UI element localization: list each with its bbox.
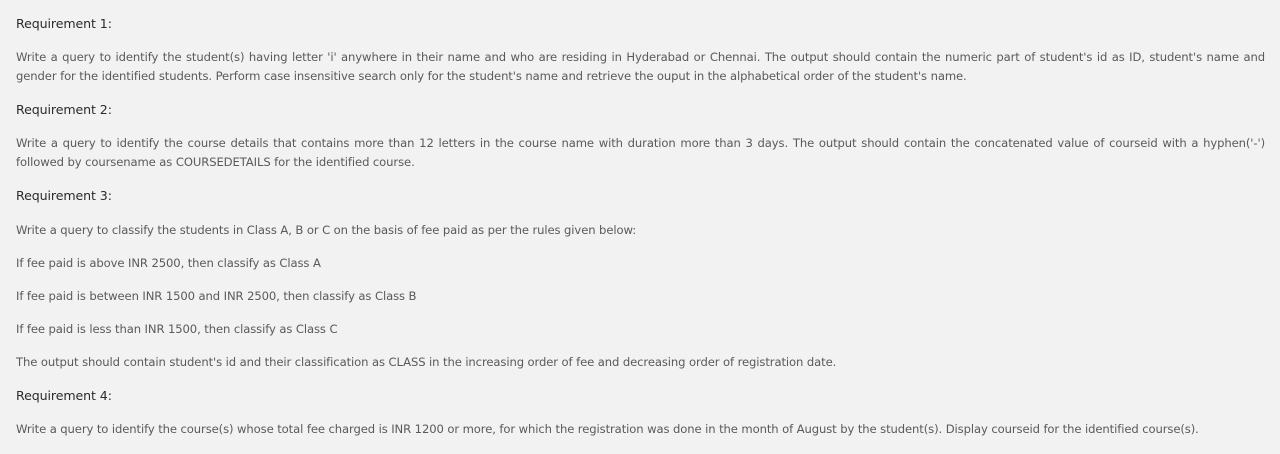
requirement-3-rule-class-c: If fee paid is less than INR 1500, then … [16, 322, 338, 336]
requirement-2-heading: Requirement 2: [16, 102, 112, 117]
requirement-1-text: Write a query to identify the student(s)… [16, 50, 1265, 83]
requirement-4-heading: Requirement 4: [16, 388, 112, 403]
requirement-3-intro: Write a query to classify the students i… [16, 223, 637, 237]
requirements-document: Requirement 1: Write a query to identify… [0, 0, 1280, 454]
requirement-3-output: The output should contain student's id a… [16, 355, 837, 369]
requirement-3-heading: Requirement 3: [16, 188, 112, 203]
requirement-3-rule-class-a: If fee paid is above INR 2500, then clas… [16, 256, 321, 270]
requirement-2-text: Write a query to identify the course det… [16, 136, 1265, 169]
requirement-1-heading: Requirement 1: [16, 16, 112, 31]
requirement-4-text: Write a query to identify the course(s) … [16, 422, 1199, 436]
requirement-3-rule-class-b: If fee paid is between INR 1500 and INR … [16, 289, 417, 303]
